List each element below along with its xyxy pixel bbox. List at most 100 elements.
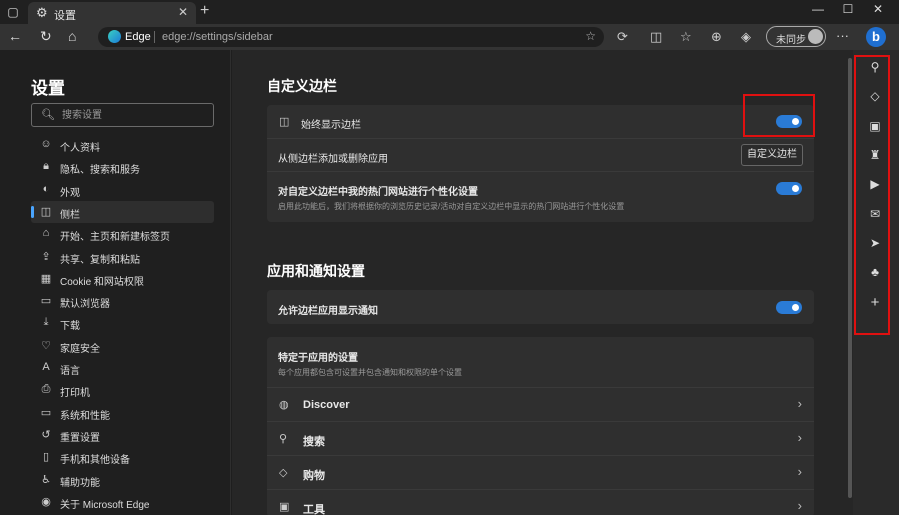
nav-item[interactable]: ▭ 系统和性能 xyxy=(31,402,214,424)
window-menu-icon[interactable]: ▢ xyxy=(6,5,20,19)
always-show-label: 始终显示边栏 xyxy=(301,120,361,131)
nav-item-label: 系统和性能 xyxy=(60,410,110,422)
app-row[interactable]: ▣ 工具 › xyxy=(267,490,814,515)
app-label: Discover xyxy=(303,399,350,411)
section-title-apps-notifications: 应用和通知设置 xyxy=(267,263,365,279)
app-specific-description: 每个应用都包含可设置并包含通知和权限的单个设置 xyxy=(278,368,462,377)
new-tab-icon[interactable]: + xyxy=(200,2,209,20)
add-favorite-icon[interactable]: ☆ xyxy=(585,29,596,43)
sidebar-icon: ◫ xyxy=(40,205,52,218)
allow-notifications-label: 允许边栏应用显示通知 xyxy=(278,306,378,317)
app-specific-card: 特定于应用的设置 每个应用都包含可设置并包含通知和权限的单个设置 ◍ Discov… xyxy=(267,337,814,515)
bing-chat-icon[interactable]: b xyxy=(866,27,886,47)
sync-label: 未同步 xyxy=(776,35,806,46)
more-icon[interactable]: ··· xyxy=(836,28,849,43)
nav-item-label: 侧栏 xyxy=(60,209,80,221)
language-icon: A xyxy=(42,361,50,373)
nav-item[interactable]: ⎙ 打印机 xyxy=(31,379,214,401)
nav-item[interactable]: ☺ 个人资料 xyxy=(31,134,214,156)
chevron-right-icon: › xyxy=(797,396,802,411)
nav-item-label: 手机和其他设备 xyxy=(60,455,130,467)
app-label: 购物 xyxy=(303,470,325,482)
nav-item[interactable]: ⌂ 开始、主页和新建标签页 xyxy=(31,223,214,245)
sidebar-icon: ◫ xyxy=(279,116,290,128)
address-bar: ← ↻ ⌂ Edge edge://settings/sidebar ☆ ⟳ ◫… xyxy=(0,24,899,50)
nav-item-label: 个人资料 xyxy=(60,143,100,154)
app-row[interactable]: ◍ Discover › xyxy=(267,388,814,421)
search-icon: ⚲ xyxy=(279,433,288,445)
collections-icon[interactable]: ⊕ xyxy=(711,29,722,45)
scroll-thumb[interactable] xyxy=(848,58,852,498)
nav-item[interactable]: 🔒︎ 隐私、搜索和服务 xyxy=(31,156,214,178)
app-row[interactable]: ⚲ 搜索 › xyxy=(267,422,814,455)
accessibility-icon: ♿︎ xyxy=(41,473,51,486)
nav-item-label: 共享、复制和粘贴 xyxy=(60,254,140,266)
allow-notifications-toggle[interactable] xyxy=(776,301,802,314)
nav-item[interactable]: ▯ 手机和其他设备 xyxy=(31,446,214,468)
search-input[interactable] xyxy=(62,108,202,122)
nav-item[interactable]: ◐ 外观 xyxy=(31,179,214,201)
nav-item-label: 家庭安全 xyxy=(60,343,100,355)
nav-item[interactable]: ♡ 家庭安全 xyxy=(31,335,214,357)
chevron-right-icon: › xyxy=(797,464,802,479)
chevron-right-icon: › xyxy=(797,430,802,445)
home-icon[interactable]: ⌂ xyxy=(68,28,76,44)
edge-logo-icon xyxy=(108,30,121,43)
nav-item-label: 打印机 xyxy=(60,388,90,400)
personalize-description: 启用此功能后，我们将根据你的浏览历史记录/活动对自定义边栏中显示的热门网站进行个… xyxy=(278,202,625,211)
cookie-icon: ▦ xyxy=(40,272,52,285)
url-site-label: Edge xyxy=(125,31,151,43)
profile-icon: ☺ xyxy=(40,138,52,150)
minimize-icon[interactable]: — xyxy=(803,2,833,16)
extensions-icon[interactable]: ⟳ xyxy=(617,29,628,45)
shopping-tag-icon: ◇ xyxy=(279,467,288,479)
section-title-customize-sidebar: 自定义边栏 xyxy=(267,78,337,94)
favorites-icon[interactable]: ☆ xyxy=(680,29,692,45)
search-box[interactable]: 🔍︎ xyxy=(31,103,214,127)
customize-sidebar-button[interactable]: 自定义边栏 xyxy=(741,144,803,166)
nav-item[interactable]: ♿︎ 辅助功能 xyxy=(31,469,214,491)
allow-notifications-card: 允许边栏应用显示通知 xyxy=(267,290,814,324)
nav-item-label: 关于 Microsoft Edge xyxy=(60,499,150,511)
nav-item[interactable]: ⤓ 下载 xyxy=(31,312,214,334)
close-tab-icon[interactable]: ✕ xyxy=(178,5,188,19)
chevron-right-icon: › xyxy=(797,498,802,513)
nav-item[interactable]: ⇪ 共享、复制和粘贴 xyxy=(31,246,214,268)
nav-item[interactable]: ◉ 关于 Microsoft Edge xyxy=(31,491,214,513)
tab-title: 设置 xyxy=(54,10,76,22)
browser-icon: ▭ xyxy=(40,295,52,308)
nav-item-label: 辅助功能 xyxy=(60,477,100,489)
search-icon: 🔍︎ xyxy=(41,109,55,121)
nav-item-label: Cookie 和网站权限 xyxy=(60,276,144,288)
maximize-icon[interactable]: ☐ xyxy=(833,2,863,16)
nav-item-label: 开始、主页和新建标签页 xyxy=(60,232,170,244)
nav-item[interactable]: ◫ 侧栏 xyxy=(31,200,214,223)
nav-item-label: 外观 xyxy=(60,187,80,199)
url-text: edge://settings/sidebar xyxy=(162,31,273,43)
share-icon: ⇪ xyxy=(41,250,51,263)
nav-item-label: 隐私、搜索和服务 xyxy=(60,165,140,177)
family-icon: ♡ xyxy=(41,339,51,352)
nav-item[interactable]: ▭ 默认浏览器 xyxy=(31,290,214,312)
discover-icon: ◍ xyxy=(279,399,289,411)
back-icon[interactable]: ← xyxy=(8,28,22,44)
browser-essentials-icon[interactable]: ◈ xyxy=(741,29,751,45)
profile-sync-button[interactable]: 未同步 xyxy=(766,26,826,47)
personalize-toggle[interactable] xyxy=(776,182,802,195)
app-specific-label: 特定于应用的设置 xyxy=(278,353,358,364)
highlight-box xyxy=(743,94,815,137)
nav-item[interactable]: A 语言 xyxy=(31,357,214,379)
close-window-icon[interactable]: ✕ xyxy=(863,2,893,16)
nav-item[interactable]: ↺ 重置设置 xyxy=(31,424,214,446)
edge-icon: ◉ xyxy=(41,495,51,508)
split-screen-icon[interactable]: ◫ xyxy=(650,29,662,45)
tab-settings[interactable]: ⚙ 设置 ✕ xyxy=(28,2,196,24)
phone-icon: ▯ xyxy=(42,451,50,464)
refresh-icon[interactable]: ↻ xyxy=(40,28,52,45)
highlight-box xyxy=(854,55,890,335)
nav-item[interactable]: ▦ Cookie 和网站权限 xyxy=(31,268,214,290)
personalize-label: 对自定义边栏中我的热门网站进行个性化设置 xyxy=(278,187,478,198)
url-field[interactable]: Edge edge://settings/sidebar ☆ xyxy=(98,27,604,47)
tools-icon: ▣ xyxy=(279,501,290,513)
app-row[interactable]: ◇ 购物 › xyxy=(267,456,814,489)
